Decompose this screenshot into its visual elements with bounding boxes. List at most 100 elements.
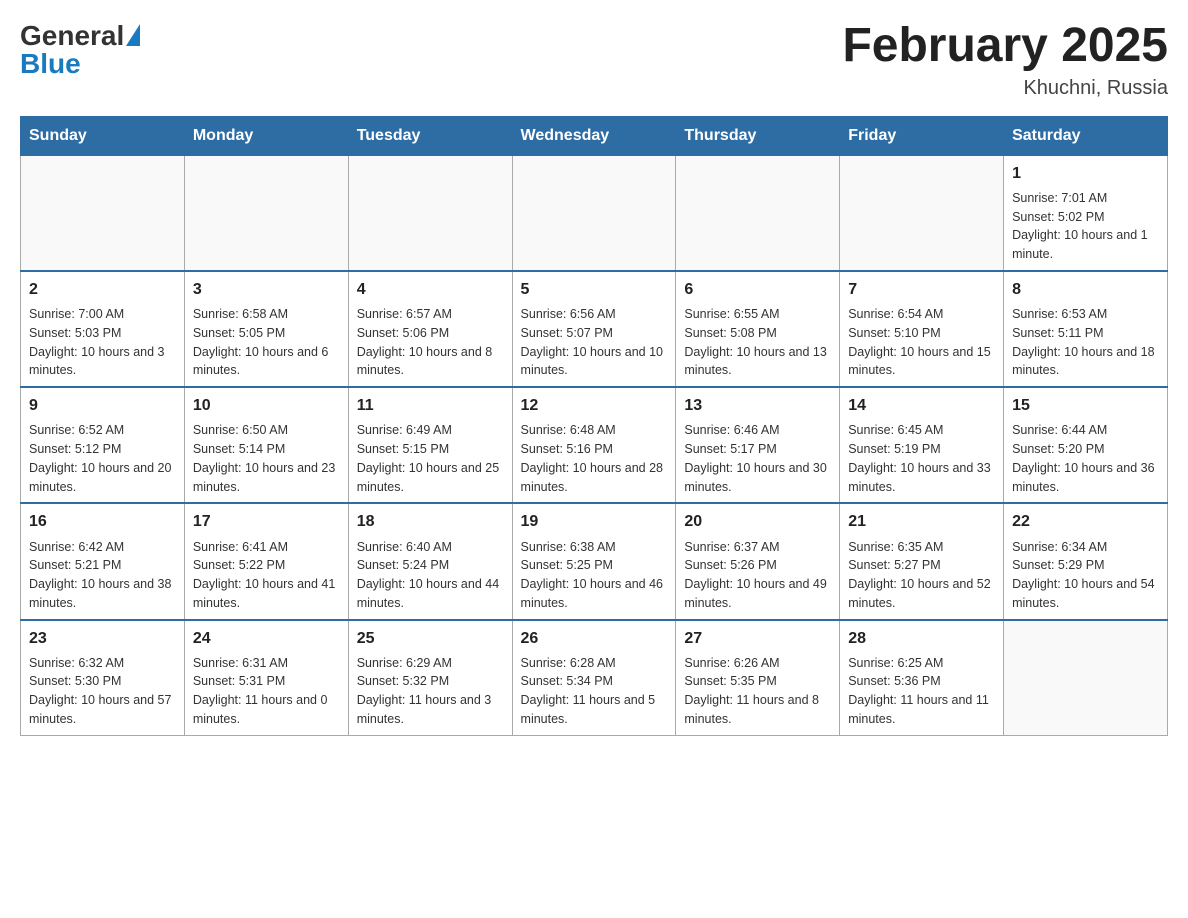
- day-number: 17: [193, 510, 340, 533]
- day-number: 10: [193, 394, 340, 417]
- table-row: 12Sunrise: 6:48 AMSunset: 5:16 PMDayligh…: [512, 387, 676, 503]
- table-row: 6Sunrise: 6:55 AMSunset: 5:08 PMDaylight…: [676, 271, 840, 387]
- table-row: 1 Sunrise: 7:01 AMSunset: 5:02 PMDaylight…: [1004, 155, 1168, 271]
- table-row: [348, 155, 512, 271]
- table-row: [840, 155, 1004, 271]
- header-monday: Monday: [184, 116, 348, 155]
- day-number: 24: [193, 627, 340, 650]
- day-number: 21: [848, 510, 995, 533]
- table-row: 22 Sunrise: 6:34 AMSunset: 5:29 PMDayligh…: [1004, 503, 1168, 619]
- day-number: 26: [521, 627, 668, 650]
- day-info: Sunrise: 6:38 AMSunset: 5:25 PMDaylight:…: [521, 538, 668, 613]
- day-number: 7: [848, 278, 995, 301]
- day-info: Sunrise: 6:44 AMSunset: 5:20 PMDaylight:…: [1012, 421, 1159, 496]
- table-row: [184, 155, 348, 271]
- day-info: Sunrise: 6:58 AMSunset: 5:05 PMDaylight:…: [193, 305, 340, 380]
- table-row: 11 Sunrise: 6:49 AMSunset: 5:15 PMDayligh…: [348, 387, 512, 503]
- table-row: 3 Sunrise: 6:58 AMSunset: 5:05 PMDaylight…: [184, 271, 348, 387]
- table-row: 28 Sunrise: 6:25 AMSunset: 5:36 PMDayligh…: [840, 620, 1004, 736]
- header-tuesday: Tuesday: [348, 116, 512, 155]
- day-info: Sunrise: 6:56 AMSunset: 5:07 PMDaylight:…: [521, 305, 668, 380]
- table-row: [21, 155, 185, 271]
- day-info: Sunrise: 6:53 AMSunset: 5:11 PMDaylight:…: [1012, 305, 1159, 380]
- day-number: 9: [29, 394, 176, 417]
- day-info: Sunrise: 6:37 AMSunset: 5:26 PMDaylight:…: [684, 538, 831, 613]
- day-info: Sunrise: 6:52 AMSunset: 5:12 PMDaylight:…: [29, 421, 176, 496]
- header-thursday: Thursday: [676, 116, 840, 155]
- day-info: Sunrise: 6:35 AMSunset: 5:27 PMDaylight:…: [848, 538, 995, 613]
- title-block: February 2025 Khuchni, Russia: [842, 20, 1168, 100]
- table-row: [512, 155, 676, 271]
- table-row: 21 Sunrise: 6:35 AMSunset: 5:27 PMDayligh…: [840, 503, 1004, 619]
- day-number: 11: [357, 394, 504, 417]
- table-row: 8 Sunrise: 6:53 AMSunset: 5:11 PMDaylight…: [1004, 271, 1168, 387]
- day-info: Sunrise: 6:42 AMSunset: 5:21 PMDaylight:…: [29, 538, 176, 613]
- day-number: 27: [684, 627, 831, 650]
- day-info: Sunrise: 7:00 AMSunset: 5:03 PMDaylight:…: [29, 305, 176, 380]
- day-number: 12: [521, 394, 668, 417]
- table-row: 26 Sunrise: 6:28 AMSunset: 5:34 PMDayligh…: [512, 620, 676, 736]
- header-wednesday: Wednesday: [512, 116, 676, 155]
- day-info: Sunrise: 6:50 AMSunset: 5:14 PMDaylight:…: [193, 421, 340, 496]
- table-row: 10 Sunrise: 6:50 AMSunset: 5:14 PMDayligh…: [184, 387, 348, 503]
- day-number: 6: [684, 278, 831, 301]
- day-number: 23: [29, 627, 176, 650]
- day-info: Sunrise: 6:49 AMSunset: 5:15 PMDaylight:…: [357, 421, 504, 496]
- day-info: Sunrise: 6:29 AMSunset: 5:32 PMDaylight:…: [357, 654, 504, 729]
- day-info: Sunrise: 6:31 AMSunset: 5:31 PMDaylight:…: [193, 654, 340, 729]
- day-number: 20: [684, 510, 831, 533]
- day-number: 14: [848, 394, 995, 417]
- table-row: 2 Sunrise: 7:00 AMSunset: 5:03 PMDaylight…: [21, 271, 185, 387]
- day-number: 22: [1012, 510, 1159, 533]
- table-row: 25 Sunrise: 6:29 AMSunset: 5:32 PMDayligh…: [348, 620, 512, 736]
- logo-triangle-icon: [126, 24, 140, 46]
- day-info: Sunrise: 6:25 AMSunset: 5:36 PMDaylight:…: [848, 654, 995, 729]
- logo-blue: Blue: [20, 48, 140, 80]
- table-row: [1004, 620, 1168, 736]
- day-number: 16: [29, 510, 176, 533]
- day-number: 4: [357, 278, 504, 301]
- day-number: 2: [29, 278, 176, 301]
- table-row: 5 Sunrise: 6:56 AMSunset: 5:07 PMDaylight…: [512, 271, 676, 387]
- day-number: 1: [1012, 162, 1159, 185]
- day-info: Sunrise: 6:46 AMSunset: 5:17 PMDaylight:…: [684, 421, 831, 496]
- calendar-location: Khuchni, Russia: [842, 77, 1168, 100]
- day-info: Sunrise: 6:34 AMSunset: 5:29 PMDaylight:…: [1012, 538, 1159, 613]
- calendar-header-row: Sunday Monday Tuesday Wednesday Thursday…: [21, 116, 1168, 155]
- day-info: Sunrise: 6:32 AMSunset: 5:30 PMDaylight:…: [29, 654, 176, 729]
- day-number: 13: [684, 394, 831, 417]
- table-row: 15 Sunrise: 6:44 AMSunset: 5:20 PMDayligh…: [1004, 387, 1168, 503]
- day-number: 25: [357, 627, 504, 650]
- table-row: 23 Sunrise: 6:32 AMSunset: 5:30 PMDayligh…: [21, 620, 185, 736]
- table-row: 7 Sunrise: 6:54 AMSunset: 5:10 PMDaylight…: [840, 271, 1004, 387]
- day-number: 19: [521, 510, 668, 533]
- table-row: 19 Sunrise: 6:38 AMSunset: 5:25 PMDayligh…: [512, 503, 676, 619]
- day-number: 5: [521, 278, 668, 301]
- day-info: Sunrise: 6:28 AMSunset: 5:34 PMDaylight:…: [521, 654, 668, 729]
- logo: General Blue: [20, 20, 140, 80]
- calendar-title: February 2025: [842, 20, 1168, 73]
- table-row: 17Sunrise: 6:41 AMSunset: 5:22 PMDayligh…: [184, 503, 348, 619]
- table-row: 20 Sunrise: 6:37 AMSunset: 5:26 PMDayligh…: [676, 503, 840, 619]
- day-number: 3: [193, 278, 340, 301]
- table-row: 14 Sunrise: 6:45 AMSunset: 5:19 PMDayligh…: [840, 387, 1004, 503]
- header-saturday: Saturday: [1004, 116, 1168, 155]
- day-info: Sunrise: 7:01 AMSunset: 5:02 PMDaylight:…: [1012, 189, 1159, 264]
- page-header: General Blue February 2025 Khuchni, Russ…: [20, 20, 1168, 100]
- day-number: 8: [1012, 278, 1159, 301]
- day-info: Sunrise: 6:26 AMSunset: 5:35 PMDaylight:…: [684, 654, 831, 729]
- table-row: 27 Sunrise: 6:26 AMSunset: 5:35 PMDayligh…: [676, 620, 840, 736]
- day-info: Sunrise: 6:57 AMSunset: 5:06 PMDaylight:…: [357, 305, 504, 380]
- table-row: 13 Sunrise: 6:46 AMSunset: 5:17 PMDayligh…: [676, 387, 840, 503]
- day-info: Sunrise: 6:54 AMSunset: 5:10 PMDaylight:…: [848, 305, 995, 380]
- header-friday: Friday: [840, 116, 1004, 155]
- day-info: Sunrise: 6:45 AMSunset: 5:19 PMDaylight:…: [848, 421, 995, 496]
- table-row: 4 Sunrise: 6:57 AMSunset: 5:06 PMDaylight…: [348, 271, 512, 387]
- day-number: 15: [1012, 394, 1159, 417]
- table-row: 24 Sunrise: 6:31 AMSunset: 5:31 PMDayligh…: [184, 620, 348, 736]
- table-row: 16 Sunrise: 6:42 AMSunset: 5:21 PMDayligh…: [21, 503, 185, 619]
- day-number: 28: [848, 627, 995, 650]
- table-row: 18Sunrise: 6:40 AMSunset: 5:24 PMDayligh…: [348, 503, 512, 619]
- header-sunday: Sunday: [21, 116, 185, 155]
- day-info: Sunrise: 6:40 AMSunset: 5:24 PMDaylight:…: [357, 538, 504, 613]
